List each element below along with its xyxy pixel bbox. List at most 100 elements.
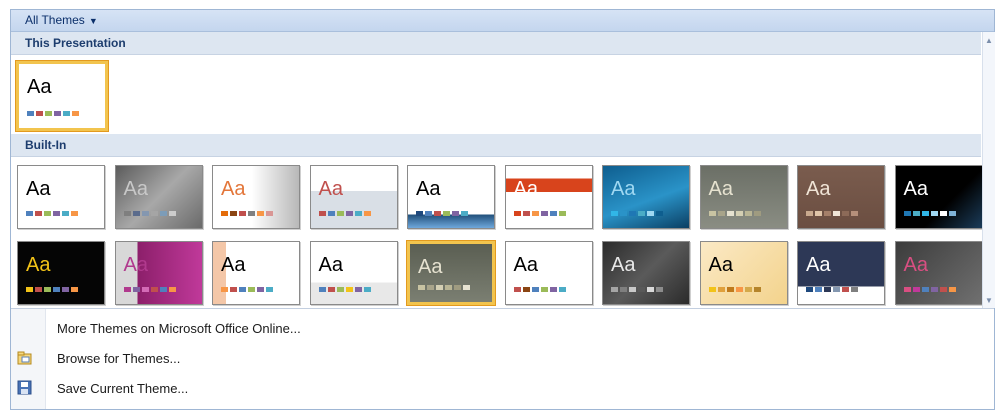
built-in-theme-thumbnail[interactable]: Aa (602, 165, 690, 229)
color-swatch (27, 111, 34, 116)
color-swatch (454, 285, 461, 290)
color-swatch (239, 211, 246, 216)
color-swatch (132, 287, 140, 292)
color-swatch (735, 287, 743, 292)
built-in-theme-thumbnail[interactable]: Aa (602, 241, 690, 305)
all-themes-dropdown[interactable]: All Themes ▼ (11, 10, 994, 32)
built-in-theme-thumbnail[interactable]: Aa (17, 241, 105, 305)
theme-preview-text: Aa (26, 178, 51, 200)
built-in-theme-thumbnail[interactable]: Aa (114, 165, 203, 229)
color-swatch (708, 287, 716, 292)
color-swatch (354, 211, 362, 216)
color-swatch (168, 287, 176, 292)
color-swatch (159, 211, 167, 216)
color-swatch (611, 287, 618, 292)
color-swatch (851, 211, 858, 216)
color-swatch (620, 211, 627, 216)
color-swatch (842, 211, 849, 216)
color-swatch (842, 287, 849, 292)
theme-preview-text: Aa (806, 178, 831, 200)
built-in-theme-thumbnail[interactable]: Aa (17, 165, 105, 229)
more-themes-online-item[interactable]: More Themes on Microsoft Office Online..… (11, 314, 994, 342)
built-in-theme-thumbnail[interactable]: Aa (309, 241, 398, 305)
color-swatch (558, 211, 566, 216)
color-swatches (903, 287, 956, 292)
save-current-theme-item[interactable]: Save Current Theme... (11, 374, 994, 402)
color-swatches (708, 211, 761, 216)
color-swatch (363, 211, 371, 216)
all-themes-label: All Themes ▼ (25, 13, 98, 27)
color-swatch (150, 287, 158, 292)
color-swatch (629, 211, 636, 216)
color-swatch (912, 211, 920, 216)
color-swatches (123, 211, 176, 216)
color-swatch (168, 211, 176, 216)
color-swatch (735, 211, 743, 216)
built-in-theme-thumbnail[interactable]: Aa (309, 165, 398, 229)
built-in-theme-thumbnail[interactable]: Aa (407, 241, 495, 305)
color-swatch (939, 287, 947, 292)
color-swatch (445, 285, 452, 290)
theme-preview-text: Aa (806, 254, 831, 276)
theme-preview-text: Aa (123, 254, 148, 276)
built-in-theme-thumbnail[interactable]: Aa (797, 165, 885, 229)
color-swatch (531, 211, 539, 216)
color-swatch (461, 211, 468, 216)
built-in-theme-thumbnail[interactable]: Aa (894, 165, 983, 229)
built-in-theme-thumbnail[interactable]: Aa (504, 165, 593, 229)
color-swatch (336, 211, 344, 216)
built-in-theme-thumbnail[interactable]: Aa (699, 241, 788, 305)
theme-preview-text: Aa (416, 178, 441, 200)
built-in-theme-thumbnail[interactable]: Aa (504, 241, 593, 305)
built-in-theme-thumbnail[interactable]: Aa (212, 165, 300, 229)
theme-preview-text: Aa (26, 254, 51, 276)
color-swatch (629, 287, 636, 292)
color-swatch (35, 287, 42, 292)
built-in-theme-thumbnail[interactable]: Aa (212, 241, 300, 305)
color-swatch (463, 285, 470, 290)
built-in-theme-thumbnail[interactable]: Aa (699, 165, 788, 229)
theme-preview-text: Aa (611, 178, 636, 200)
current-theme-thumbnail[interactable]: Aa (16, 61, 108, 131)
color-swatch (53, 211, 60, 216)
color-swatch (930, 287, 938, 292)
color-swatches (903, 211, 956, 216)
scroll-down-icon[interactable]: ▼ (985, 296, 993, 305)
color-swatch (452, 211, 459, 216)
theme-preview-text: Aa (418, 256, 443, 278)
built-in-theme-thumbnail[interactable]: Aa (894, 241, 983, 305)
color-swatch (71, 211, 78, 216)
color-swatch (123, 211, 131, 216)
gallery-scrollbar[interactable]: ▲ ▼ (982, 32, 995, 308)
color-swatch (266, 287, 273, 292)
scroll-up-icon[interactable]: ▲ (985, 36, 993, 45)
color-swatch (558, 287, 566, 292)
built-in-theme-thumbnail[interactable]: Aa (797, 241, 885, 305)
color-swatch (531, 287, 539, 292)
color-swatches (318, 211, 371, 216)
built-in-theme-thumbnail[interactable]: Aa (407, 165, 495, 229)
chevron-down-icon: ▼ (88, 16, 98, 26)
browse-for-themes-item[interactable]: Browse for Themes... (11, 344, 994, 372)
built-in-theme-thumbnail[interactable]: Aa (114, 241, 203, 305)
color-swatch (549, 287, 557, 292)
color-swatch (833, 211, 840, 216)
color-swatch (833, 287, 840, 292)
color-swatch (26, 211, 33, 216)
color-swatch (824, 211, 831, 216)
color-swatches (513, 211, 566, 216)
theme-preview-text: Aa (513, 254, 538, 276)
color-swatch (150, 211, 158, 216)
theme-preview-text: Aa (903, 254, 928, 276)
color-swatch (656, 287, 663, 292)
color-swatch (63, 111, 70, 116)
color-swatch (815, 211, 822, 216)
color-swatches (611, 287, 663, 292)
color-swatch (363, 287, 371, 292)
color-swatches (806, 211, 858, 216)
color-swatch (44, 287, 51, 292)
color-swatch (62, 287, 69, 292)
color-swatch (930, 211, 938, 216)
color-swatch (436, 285, 443, 290)
theme-preview-text: Aa (513, 178, 538, 200)
